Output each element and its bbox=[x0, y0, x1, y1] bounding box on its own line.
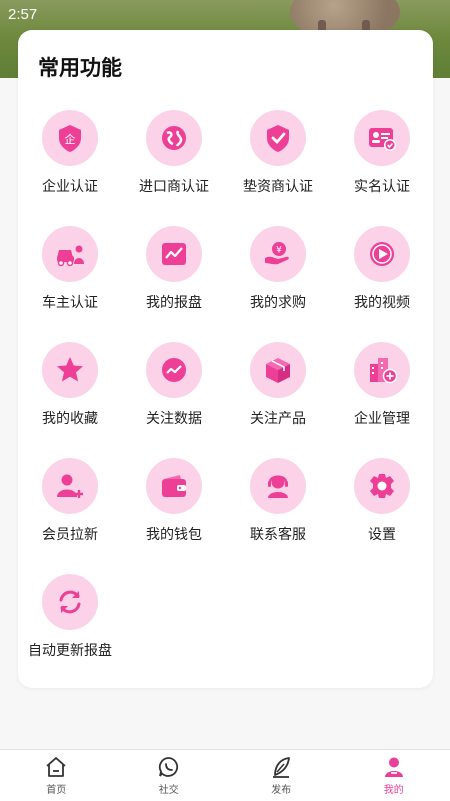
home-icon bbox=[44, 755, 68, 779]
chat-icon bbox=[157, 755, 181, 779]
item-label: 我的求购 bbox=[250, 292, 306, 312]
item-label: 企业认证 bbox=[42, 176, 98, 196]
item-label: 我的收藏 bbox=[42, 408, 98, 428]
star-icon bbox=[42, 342, 98, 398]
my-offer-chart-icon bbox=[146, 226, 202, 282]
enterprise-cert-icon: 企 bbox=[42, 110, 98, 166]
status-time: 2:57 bbox=[8, 6, 37, 23]
member-add-icon bbox=[42, 458, 98, 514]
item-my-offer[interactable]: 我的报盘 bbox=[122, 226, 226, 342]
importer-cert-icon bbox=[146, 110, 202, 166]
item-label: 我的钱包 bbox=[146, 524, 202, 544]
item-importer-cert[interactable]: 进口商认证 bbox=[122, 110, 226, 226]
tab-label: 我的 bbox=[384, 781, 404, 796]
pen-icon bbox=[269, 755, 293, 779]
tab-mine[interactable]: 我的 bbox=[338, 750, 450, 801]
item-label: 垫资商认证 bbox=[243, 176, 313, 196]
svg-text:企: 企 bbox=[65, 132, 76, 146]
item-label: 设置 bbox=[368, 524, 396, 544]
item-my-wallet[interactable]: 我的钱包 bbox=[122, 458, 226, 574]
financier-cert-icon bbox=[250, 110, 306, 166]
item-enterprise-manage[interactable]: 企业管理 bbox=[330, 342, 434, 458]
item-label: 联系客服 bbox=[250, 524, 306, 544]
item-label: 关注数据 bbox=[146, 408, 202, 428]
refresh-icon bbox=[42, 574, 98, 630]
function-grid: 企 企业认证 进口商认证 垫资商认证 实名认证 车主认 bbox=[18, 110, 433, 690]
bottom-tab-bar: 首页 社交 发布 我的 bbox=[0, 749, 450, 801]
item-my-purchase[interactable]: ¥ 我的求购 bbox=[226, 226, 330, 342]
profile-icon bbox=[382, 755, 406, 779]
item-label: 我的视频 bbox=[354, 292, 410, 312]
item-member-invite[interactable]: 会员拉新 bbox=[18, 458, 122, 574]
item-auto-update-offer[interactable]: 自动更新报盘 bbox=[18, 574, 122, 690]
tab-label: 发布 bbox=[271, 781, 291, 796]
item-label: 自动更新报盘 bbox=[28, 640, 112, 660]
customer-service-icon bbox=[250, 458, 306, 514]
item-enterprise-cert[interactable]: 企 企业认证 bbox=[18, 110, 122, 226]
item-follow-data[interactable]: 关注数据 bbox=[122, 342, 226, 458]
tab-label: 首页 bbox=[46, 781, 66, 796]
item-label: 进口商认证 bbox=[139, 176, 209, 196]
item-financier-cert[interactable]: 垫资商认证 bbox=[226, 110, 330, 226]
car-owner-cert-icon bbox=[42, 226, 98, 282]
item-label: 企业管理 bbox=[354, 408, 410, 428]
tab-social[interactable]: 社交 bbox=[113, 750, 226, 801]
item-customer-service[interactable]: 联系客服 bbox=[226, 458, 330, 574]
tab-publish[interactable]: 发布 bbox=[225, 750, 338, 801]
item-label: 实名认证 bbox=[354, 176, 410, 196]
card-title: 常用功能 bbox=[38, 52, 122, 82]
item-car-owner-cert[interactable]: 车主认证 bbox=[18, 226, 122, 342]
svg-text:¥: ¥ bbox=[276, 246, 282, 256]
item-my-favorites[interactable]: 我的收藏 bbox=[18, 342, 122, 458]
wallet-icon bbox=[146, 458, 202, 514]
tab-home[interactable]: 首页 bbox=[0, 750, 113, 801]
my-purchase-icon: ¥ bbox=[250, 226, 306, 282]
item-label: 关注产品 bbox=[250, 408, 306, 428]
item-label: 会员拉新 bbox=[42, 524, 98, 544]
video-play-icon bbox=[354, 226, 410, 282]
product-box-icon bbox=[250, 342, 306, 398]
item-follow-product[interactable]: 关注产品 bbox=[226, 342, 330, 458]
settings-gear-icon bbox=[354, 458, 410, 514]
data-trend-icon bbox=[146, 342, 202, 398]
item-label: 我的报盘 bbox=[146, 292, 202, 312]
item-realname-cert[interactable]: 实名认证 bbox=[330, 110, 434, 226]
item-label: 车主认证 bbox=[42, 292, 98, 312]
item-my-video[interactable]: 我的视频 bbox=[330, 226, 434, 342]
common-functions-card: 常用功能 企 企业认证 进口商认证 垫资商认证 实名认证 bbox=[18, 30, 433, 688]
tab-label: 社交 bbox=[159, 781, 179, 796]
realname-cert-icon bbox=[354, 110, 410, 166]
building-plus-icon bbox=[354, 342, 410, 398]
item-settings[interactable]: 设置 bbox=[330, 458, 434, 574]
